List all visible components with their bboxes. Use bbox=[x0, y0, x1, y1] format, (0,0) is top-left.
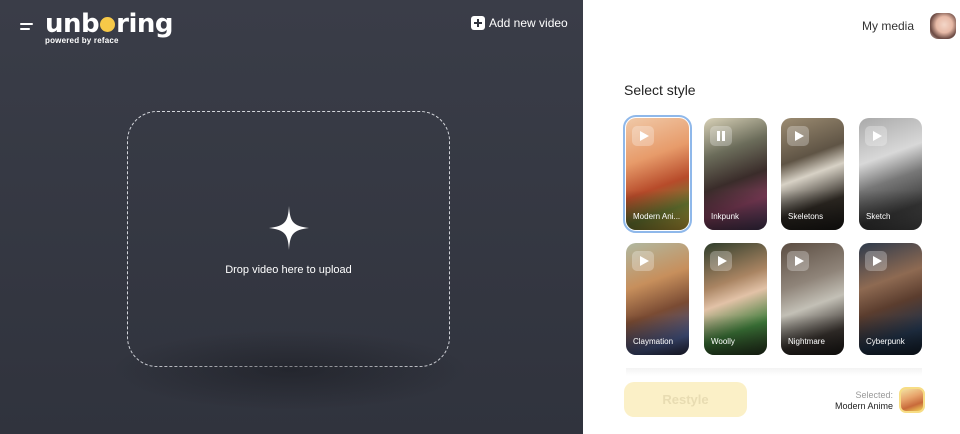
menu-icon[interactable] bbox=[20, 22, 34, 32]
style-card-nightmare[interactable]: Nightmare bbox=[781, 243, 844, 355]
style-panel: My media Select style Modern Ani... Inkp… bbox=[583, 0, 960, 434]
selected-value: Modern Anime bbox=[834, 401, 893, 411]
play-icon[interactable] bbox=[865, 251, 887, 271]
restyle-button[interactable]: Restyle bbox=[624, 382, 747, 417]
plus-square-icon bbox=[471, 16, 485, 30]
add-new-video-label: Add new video bbox=[489, 16, 568, 30]
selected-style-thumbnail bbox=[899, 387, 925, 413]
selected-style-info: Selected: Modern Anime bbox=[821, 390, 893, 411]
selected-label: Selected: bbox=[855, 390, 893, 400]
my-media-link[interactable]: My media bbox=[862, 19, 914, 33]
style-card-label: Inkpunk bbox=[711, 212, 740, 221]
logo-wordmark: unb ring bbox=[45, 9, 174, 39]
style-card-label: Claymation bbox=[633, 337, 674, 346]
add-new-video-button[interactable]: Add new video bbox=[471, 16, 568, 30]
play-icon[interactable] bbox=[865, 126, 887, 146]
style-card-skeletons[interactable]: Skeletons bbox=[781, 118, 844, 230]
style-card-claymation[interactable]: Claymation bbox=[626, 243, 689, 355]
style-card-sketch[interactable]: Sketch bbox=[859, 118, 922, 230]
style-card-inkpunk[interactable]: Inkpunk bbox=[704, 118, 767, 230]
play-icon[interactable] bbox=[710, 251, 732, 271]
sparkle-plus-icon bbox=[269, 206, 309, 250]
style-card-label: Nightmare bbox=[788, 337, 825, 346]
play-icon[interactable] bbox=[632, 126, 654, 146]
more-styles-fade bbox=[626, 368, 922, 376]
dropzone-text: Drop video here to upload bbox=[225, 264, 352, 276]
app-logo[interactable]: unb ring powered by reface bbox=[45, 9, 174, 45]
style-card-label: Woolly bbox=[711, 337, 735, 346]
select-style-title: Select style bbox=[624, 82, 696, 98]
style-card-woolly[interactable]: Woolly bbox=[704, 243, 767, 355]
style-card-cyberpunk[interactable]: Cyberpunk bbox=[859, 243, 922, 355]
play-icon[interactable] bbox=[632, 251, 654, 271]
editor-panel: unb ring powered by reface Add new video … bbox=[0, 0, 583, 434]
style-card-label: Sketch bbox=[866, 212, 891, 221]
play-icon[interactable] bbox=[787, 251, 809, 271]
style-card-modern-anime[interactable]: Modern Ani... bbox=[623, 115, 692, 233]
play-icon[interactable] bbox=[787, 126, 809, 146]
style-card-label: Modern Ani... bbox=[633, 212, 681, 221]
user-avatar[interactable] bbox=[930, 13, 956, 39]
video-dropzone[interactable]: Drop video here to upload bbox=[127, 111, 450, 367]
pause-icon[interactable] bbox=[710, 126, 732, 146]
style-card-label: Cyberpunk bbox=[866, 337, 905, 346]
style-card-label: Skeletons bbox=[788, 212, 824, 221]
